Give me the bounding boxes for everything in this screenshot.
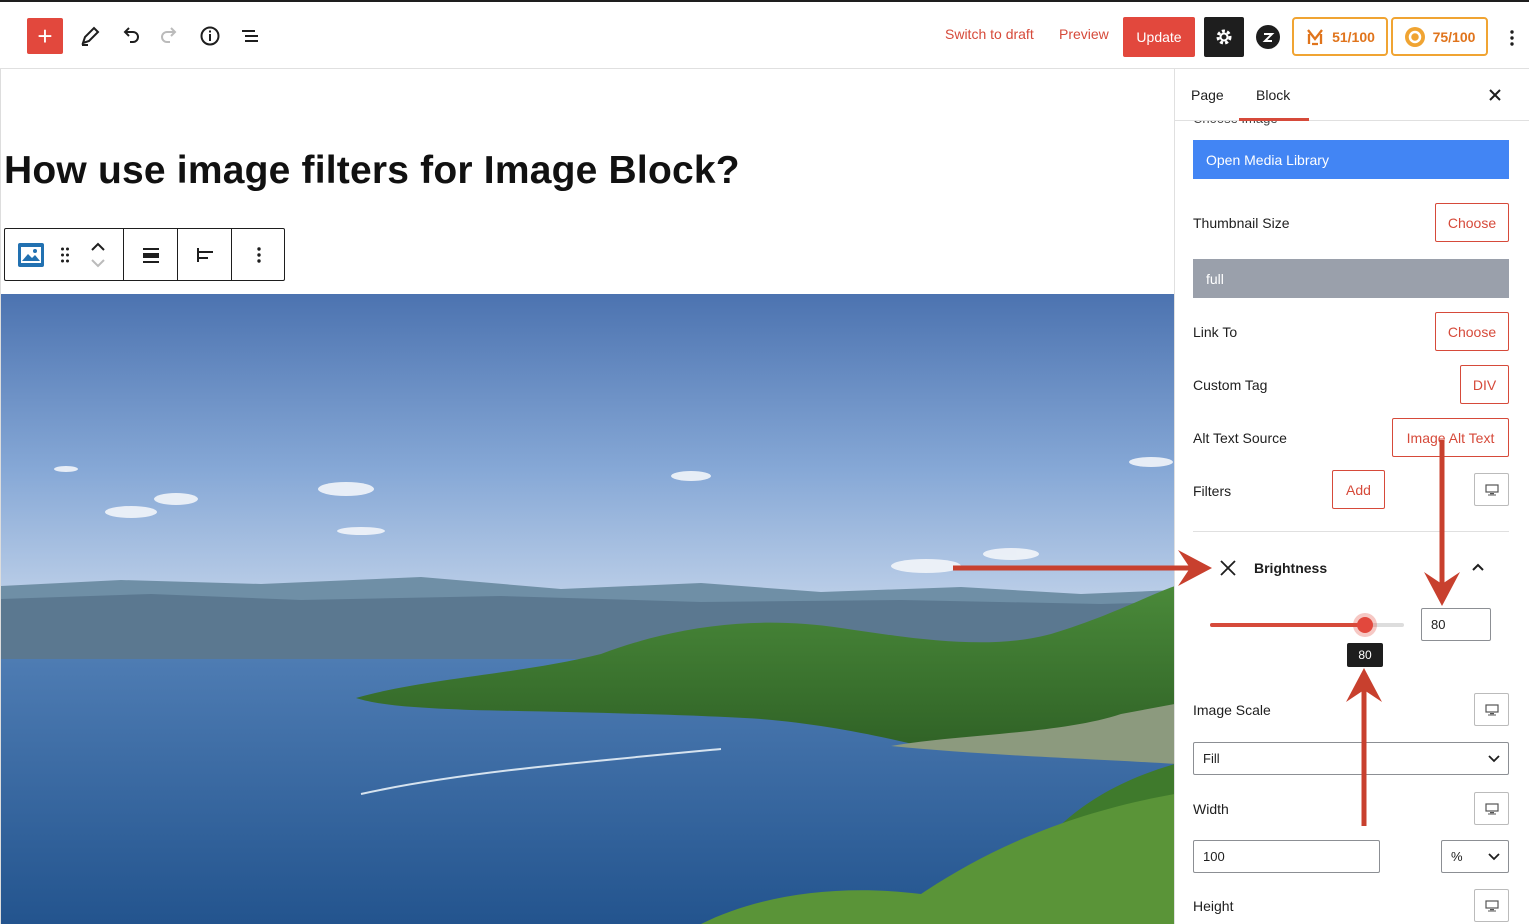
readability-score-value: 75/100 bbox=[1432, 28, 1476, 45]
close-sidebar-icon[interactable] bbox=[1483, 83, 1507, 107]
custom-tag-label: Custom Tag bbox=[1193, 377, 1268, 393]
landscape-photo[interactable] bbox=[1, 294, 1174, 924]
drag-handle-icon[interactable] bbox=[57, 229, 73, 280]
list-view-icon[interactable] bbox=[234, 20, 266, 52]
readability-logo-icon bbox=[1404, 26, 1425, 47]
add-block-button[interactable]: + bbox=[27, 18, 63, 54]
brightness-slider-tooltip: 80 bbox=[1347, 643, 1383, 667]
filters-label: Filters bbox=[1193, 483, 1232, 499]
editor-top-bar: + Switch to draft Preview Update 51/100 … bbox=[0, 0, 1529, 69]
image-scale-selected-value: Fill bbox=[1203, 751, 1220, 766]
filters-add-button[interactable]: Add bbox=[1332, 470, 1385, 509]
thumbnail-size-label: Thumbnail Size bbox=[1193, 215, 1290, 231]
readability-score-badge[interactable]: 75/100 bbox=[1391, 17, 1488, 56]
alt-text-source-button[interactable]: Image Alt Text bbox=[1392, 418, 1509, 457]
settings-gear-button[interactable] bbox=[1204, 17, 1244, 57]
custom-tag-button[interactable]: DIV bbox=[1460, 365, 1509, 404]
block-options-icon[interactable] bbox=[232, 229, 285, 280]
seo-score-badge[interactable]: 51/100 bbox=[1292, 17, 1388, 56]
switch-to-draft-button[interactable]: Switch to draft bbox=[945, 26, 1034, 42]
filters-responsive-desktop-icon[interactable] bbox=[1474, 473, 1509, 506]
link-to-label: Link To bbox=[1193, 324, 1238, 340]
align-wide-icon[interactable] bbox=[124, 229, 177, 280]
text-align-left-icon[interactable] bbox=[178, 229, 231, 280]
height-responsive-desktop-icon[interactable] bbox=[1474, 889, 1509, 922]
tab-page[interactable]: Page bbox=[1191, 87, 1224, 103]
preview-button[interactable]: Preview bbox=[1059, 26, 1109, 42]
width-label: Width bbox=[1193, 801, 1229, 817]
brightness-value-input[interactable]: 80 bbox=[1421, 608, 1491, 641]
block-toolbar bbox=[4, 228, 285, 281]
update-button[interactable]: Update bbox=[1123, 17, 1195, 57]
post-title[interactable]: How use image filters for Image Block? bbox=[4, 149, 740, 193]
alt-text-source-label: Alt Text Source bbox=[1193, 430, 1287, 446]
width-unit-value: % bbox=[1451, 849, 1463, 864]
image-scale-responsive-desktop-icon[interactable] bbox=[1474, 693, 1509, 726]
remove-filter-close-icon[interactable] bbox=[1219, 559, 1237, 577]
editor-canvas: How use image filters for Image Block? bbox=[0, 69, 1174, 924]
settings-sidebar: Page Block Choose Image Open Media Libra… bbox=[1174, 69, 1529, 924]
details-info-icon[interactable] bbox=[194, 20, 226, 52]
image-scale-label: Image Scale bbox=[1193, 702, 1271, 718]
image-block-icon[interactable] bbox=[5, 229, 57, 280]
undo-icon[interactable] bbox=[114, 20, 146, 52]
thumbnail-size-choose-button[interactable]: Choose bbox=[1435, 203, 1509, 242]
plugin-logo-icon[interactable] bbox=[1256, 25, 1280, 49]
sidebar-tabs: Page Block bbox=[1175, 69, 1529, 121]
chevron-down-icon bbox=[1488, 754, 1500, 762]
brightness-slider-thumb[interactable] bbox=[1357, 617, 1374, 633]
brightness-filter-title: Brightness bbox=[1254, 560, 1328, 576]
more-options-icon[interactable] bbox=[1500, 26, 1524, 50]
move-up-down-icon[interactable] bbox=[73, 229, 123, 280]
gear-icon bbox=[1216, 29, 1232, 45]
redo-icon[interactable] bbox=[154, 20, 186, 52]
collapse-chevron-up-icon[interactable] bbox=[1471, 559, 1487, 575]
thumbnail-size-value[interactable]: full bbox=[1193, 259, 1509, 298]
width-unit-select[interactable]: % bbox=[1441, 840, 1509, 873]
active-tab-indicator bbox=[1239, 118, 1309, 121]
image-scale-select[interactable]: Fill bbox=[1193, 742, 1509, 775]
height-label: Height bbox=[1193, 898, 1234, 914]
seo-score-value: 51/100 bbox=[1332, 28, 1375, 45]
chevron-down-icon bbox=[1488, 852, 1500, 860]
divider bbox=[1193, 531, 1509, 532]
width-responsive-desktop-icon[interactable] bbox=[1474, 792, 1509, 825]
seo-logo-icon bbox=[1307, 28, 1323, 45]
brightness-slider-fill bbox=[1210, 623, 1366, 627]
width-value-input[interactable]: 100 bbox=[1193, 840, 1380, 873]
edit-tools-pencil-icon[interactable] bbox=[74, 20, 106, 52]
link-to-choose-button[interactable]: Choose bbox=[1435, 312, 1509, 351]
brightness-slider[interactable] bbox=[1210, 617, 1404, 633]
tab-block[interactable]: Block bbox=[1256, 87, 1290, 103]
open-media-library-button[interactable]: Open Media Library bbox=[1193, 140, 1509, 179]
